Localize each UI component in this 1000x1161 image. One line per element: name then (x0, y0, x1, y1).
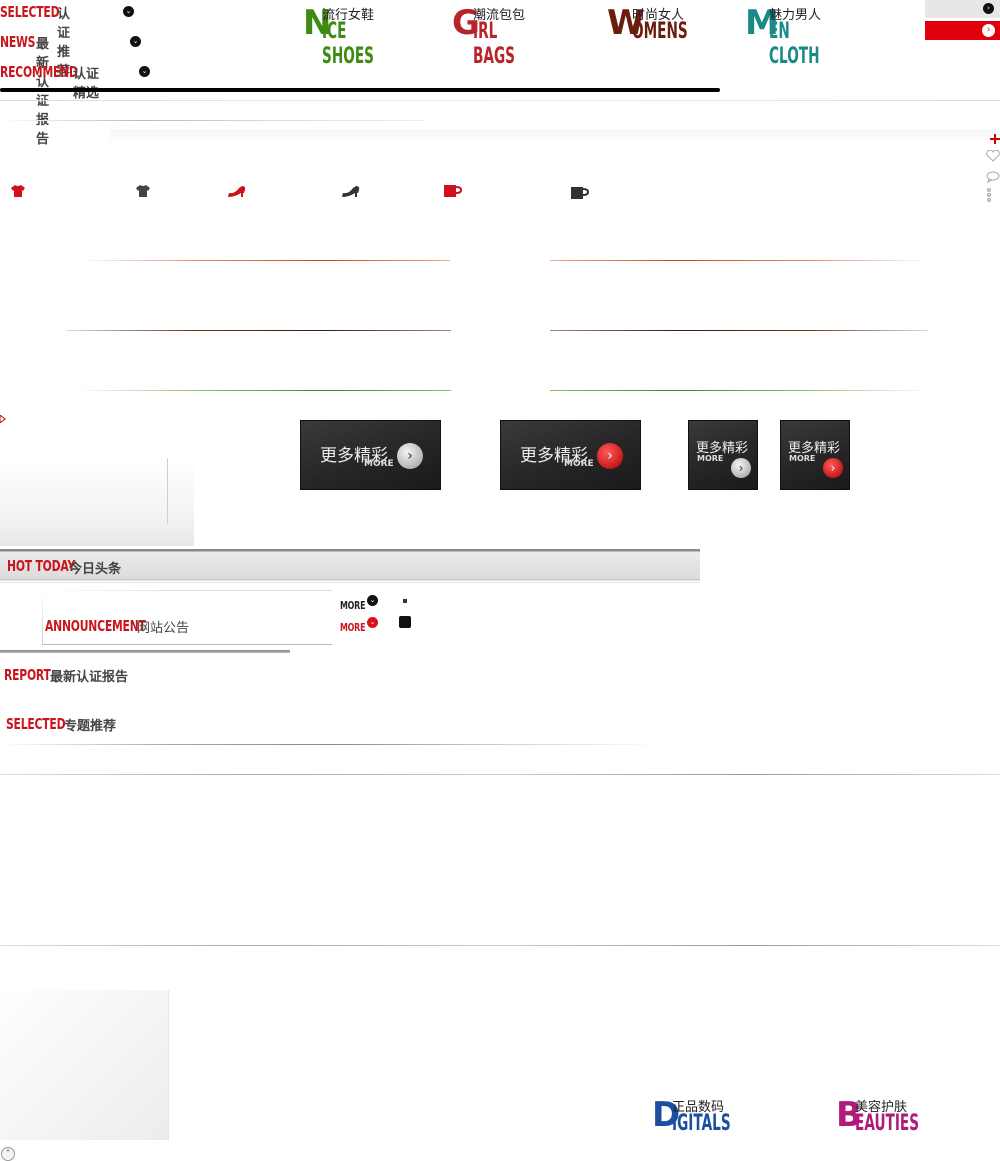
square-icon (399, 616, 411, 628)
divider (0, 744, 660, 745)
play-icon: › (597, 443, 623, 469)
more-link-red[interactable]: MORE ⌄ (340, 616, 378, 635)
back-to-top-icon[interactable]: ˄ (1, 1147, 15, 1161)
heel-shoe-icon-dark[interactable] (341, 183, 361, 202)
hot-today-bar: HOT TODAY 今日头条 (0, 549, 700, 583)
divider (0, 774, 1000, 775)
category-digitals[interactable]: D 正品数码 IGITALS (652, 1096, 772, 1136)
category-en: OMENS (632, 19, 688, 44)
report-en: REPORT (4, 666, 51, 684)
more-link-label: MORE (340, 599, 366, 612)
more-link-label: MORE (340, 621, 366, 634)
more-button-small-red[interactable]: 更多精彩 MORE › (780, 420, 850, 490)
more-button-en: MORE (789, 454, 816, 463)
top-right-button-red[interactable]: › (925, 21, 1000, 40)
more-vertical-icon[interactable] (986, 187, 992, 202)
shadow-band (110, 130, 1000, 144)
more-button-en: MORE (364, 459, 394, 469)
nav-recommend-en: RECOMMEND (0, 63, 78, 81)
chevron-right-icon: › (983, 3, 994, 14)
cup-icon-red[interactable] (443, 183, 463, 202)
tshirt-icon-dark[interactable] (135, 183, 151, 202)
more-link-dark[interactable]: MORE ⌄ (340, 594, 378, 613)
nav-recommend-cn: 认证精选 (73, 67, 100, 101)
category-beauties[interactable]: B 美容护肤 EAUTIES (836, 1096, 956, 1136)
more-button-red[interactable]: 更多精彩 MORE › (500, 420, 641, 490)
divider (550, 330, 928, 331)
divider (77, 390, 451, 391)
play-icon: › (731, 458, 751, 478)
nav-news[interactable]: NEWS 最新认证报告 ⌄ (0, 32, 141, 147)
cup-icon-dark[interactable] (570, 185, 590, 204)
divider (80, 260, 450, 261)
divider-vertical (42, 590, 43, 645)
category-en: ICE SHOES (322, 19, 374, 69)
category-en: IGITALS (672, 1111, 731, 1136)
chevron-down-icon: ⌄ (367, 595, 378, 606)
divider-bar (0, 88, 720, 92)
category-men-cloth[interactable]: M 魅力男人 EN CLOTH (745, 4, 865, 69)
nav-news-en: NEWS (0, 33, 36, 51)
divider (0, 100, 1000, 101)
selected-cn: 专题推荐 (64, 719, 117, 734)
nav-selected-en: SELECTED (0, 3, 60, 21)
shadow-box (0, 990, 169, 1140)
tshirt-icon-red[interactable] (10, 183, 26, 202)
comment-icon[interactable] (986, 168, 1000, 183)
category-en: IRL BAGS (473, 19, 515, 69)
heel-shoe-icon-red[interactable] (227, 183, 247, 202)
nav-selected[interactable]: SELECTED 认证推荐 ⌄ (0, 2, 134, 79)
category-womens[interactable]: W 时尚女人 OMENS (607, 4, 727, 44)
chevron-down-icon[interactable]: ⌄ (130, 36, 141, 47)
chevron-down-icon[interactable]: ⌄ (139, 66, 150, 77)
nav-recommend[interactable]: RECOMMEND 认证精选 ⌄ (0, 62, 150, 101)
divider (42, 590, 332, 591)
more-button-grey[interactable]: 更多精彩 MORE › (300, 420, 441, 490)
arrow-right-icon (0, 408, 6, 427)
category-en: EN CLOTH (769, 19, 820, 69)
bullet-icon (403, 599, 407, 603)
more-button-en: MORE (564, 459, 594, 469)
announcement-en: ANNOUNCEMENT (45, 617, 146, 635)
report-title: REPORT 最新认证报告 (4, 665, 128, 685)
shadow-box (0, 458, 194, 546)
announcement-cn: 网站公告 (137, 621, 190, 636)
divider (0, 120, 425, 121)
plus-icon[interactable] (990, 129, 1000, 144)
hot-today-cn: 今日头条 (69, 562, 122, 577)
more-button-small-grey[interactable]: 更多精彩 MORE › (688, 420, 758, 490)
hot-today-en: HOT TODAY (7, 557, 76, 575)
divider (550, 260, 930, 261)
divider (66, 330, 451, 331)
announcement-title: ANNOUNCEMENT 网站公告 (45, 616, 189, 636)
chevron-down-icon[interactable]: ⌄ (123, 6, 134, 17)
play-icon: › (823, 458, 843, 478)
top-right-button-grey[interactable]: › (925, 0, 1000, 18)
category-girl-bags[interactable]: G 潮流包包 IRL BAGS (452, 4, 572, 69)
divider (0, 945, 1000, 946)
divider (42, 644, 332, 645)
divider-bar (0, 650, 290, 653)
category-nice-shoes[interactable]: N 流行女鞋 ICE SHOES (303, 4, 423, 69)
divider (550, 390, 930, 391)
selected-en: SELECTED (6, 715, 66, 733)
report-cn: 最新认证报告 (50, 670, 129, 685)
more-button-en: MORE (697, 454, 724, 463)
heart-icon[interactable] (986, 147, 1000, 162)
divider-vertical (167, 458, 168, 524)
play-icon: › (397, 443, 423, 469)
chevron-down-icon: ⌄ (367, 617, 378, 628)
chevron-right-icon: › (982, 24, 995, 37)
category-en: EAUTIES (855, 1111, 920, 1136)
selected-topics-title: SELECTED 专题推荐 (6, 714, 116, 734)
